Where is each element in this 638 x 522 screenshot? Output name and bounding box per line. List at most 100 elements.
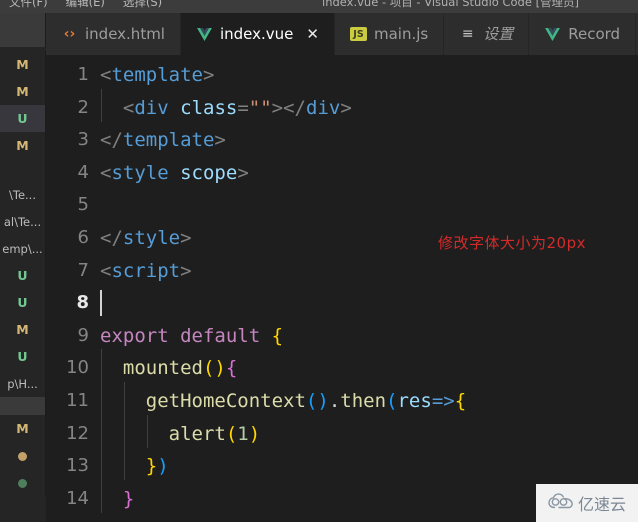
scm-file-path[interactable]: emp\... <box>0 235 46 262</box>
line-content[interactable]: alert(1) <box>100 414 638 451</box>
code-line[interactable]: 9 export default { <box>46 320 638 353</box>
sidebar-spacer <box>0 159 46 181</box>
code-line[interactable]: 13 }) <box>46 447 638 483</box>
code-line[interactable]: 1 <template> <box>46 59 638 92</box>
vue-icon <box>196 26 213 43</box>
scm-status-item[interactable]: U <box>0 262 46 289</box>
settings-icon: ≡ <box>461 26 474 42</box>
vscode-window: 文件(F) 编辑(E) 选择(S) index.vue - 项目 - Visua… <box>0 0 638 522</box>
line-number: 2 <box>77 96 89 118</box>
line-content[interactable]: mounted(){ <box>100 349 638 385</box>
code-line[interactable]: 5 <box>46 189 638 222</box>
line-content[interactable]: <style scope> <box>100 157 638 190</box>
menu-bar: 文件(F) 编辑(E) 选择(S) index.vue - 项目 - Visua… <box>0 0 638 13</box>
watermark: 亿速云 <box>536 484 638 522</box>
tab-label: main.js <box>373 24 429 43</box>
line-content[interactable]: <div class=""></div> <box>100 88 638 125</box>
line-number: 9 <box>77 324 89 346</box>
scm-status-item[interactable]: M <box>0 51 46 78</box>
scm-status-letter: U <box>17 349 28 364</box>
js-icon: JS <box>349 27 367 41</box>
code-line[interactable]: 11 getHomeContext().then(res=>{ <box>46 381 638 418</box>
status-dot-icon <box>18 479 27 488</box>
line-number: 14 <box>66 487 89 509</box>
line-number: 1 <box>77 64 89 85</box>
code-editor[interactable]: 1 <template> 2 <div class=""></div> 3 </… <box>46 55 638 522</box>
scm-path-label: al\Te... <box>3 215 42 229</box>
sidebar-section-header <box>0 397 46 415</box>
scm-status-letter: M <box>16 421 29 436</box>
line-content[interactable]: getHomeContext().then(res=>{ <box>100 381 638 418</box>
scm-path-label: p\H... <box>7 377 38 391</box>
scm-status-letter: M <box>16 84 29 99</box>
tab-label: 设置 <box>483 24 514 43</box>
tab-label: Record <box>568 24 621 43</box>
code-lines[interactable]: 1 <template> 2 <div class=""></div> 3 </… <box>46 55 638 522</box>
scm-dot-item[interactable] <box>0 442 46 469</box>
code-line[interactable]: 2 <div class=""></div> <box>46 88 638 125</box>
scm-path-label: emp\... <box>2 242 43 256</box>
window-title: index.vue - 项目 - Visual Studio Code [管理员… <box>322 0 580 9</box>
cloud-icon <box>548 493 574 513</box>
line-number: 7 <box>77 259 89 281</box>
tab-close-icon[interactable]: ✕ <box>306 26 319 42</box>
line-number: 12 <box>66 422 89 444</box>
scm-status-item[interactable]: M <box>0 316 46 343</box>
tab-main-js[interactable]: JS main.js <box>334 13 445 55</box>
scm-status-item[interactable]: M <box>0 415 46 442</box>
scm-status-letter: M <box>16 322 29 337</box>
line-content[interactable]: </template> <box>100 124 638 157</box>
tab-index-html[interactable]: ‹› index.html <box>46 13 181 55</box>
scm-status-letter: U <box>17 111 28 126</box>
scm-change-list[interactable]: M M U M \Te... al\Te... emp\... U U M Up\H... M <box>0 47 46 496</box>
line-number: 3 <box>77 129 89 151</box>
scm-status-item[interactable]: U <box>0 289 46 316</box>
tab-[interactable]: ≡ 设置 <box>444 13 530 55</box>
line-number: 6 <box>77 226 89 248</box>
scm-status-item[interactable]: M <box>0 78 46 105</box>
code-line[interactable]: 10 mounted(){ <box>46 349 638 385</box>
scm-status-letter: M <box>16 57 29 72</box>
menu-item-file[interactable]: 文件(F) <box>0 0 57 13</box>
scm-status-item[interactable]: U <box>0 343 46 370</box>
code-line[interactable]: 4 <style scope> <box>46 157 638 190</box>
scm-sidebar: M M U M \Te... al\Te... emp\... U U M Up\H... M <box>0 13 46 522</box>
code-line[interactable]: 3 </template> <box>46 124 638 157</box>
tab-index-vue[interactable]: index.vue ✕ <box>180 13 335 55</box>
text-cursor <box>100 289 102 316</box>
tab-record[interactable]: Record <box>529 13 637 55</box>
scm-file-path[interactable]: al\Te... <box>0 208 46 235</box>
line-number: 4 <box>77 161 89 183</box>
menu-item-selection[interactable]: 选择(S) <box>114 0 171 13</box>
line-content[interactable] <box>100 287 638 320</box>
scm-status-item[interactable]: M <box>0 132 46 159</box>
vue-icon <box>544 26 561 43</box>
line-content[interactable]: }) <box>100 447 638 483</box>
scm-file-path[interactable]: \Te... <box>0 181 46 208</box>
scm-status-letter: M <box>16 138 29 153</box>
scm-file-path[interactable]: p\H... <box>0 370 46 397</box>
line-number: 13 <box>66 455 89 477</box>
line-number: 15 <box>46 515 100 522</box>
scm-status-letter: U <box>17 295 28 310</box>
line-number: 11 <box>66 389 89 411</box>
menu-item-edit[interactable]: 编辑(E) <box>57 0 114 13</box>
scm-dot-item[interactable] <box>0 469 46 496</box>
watermark-label: 亿速云 <box>577 495 626 514</box>
line-content[interactable]: export default { <box>100 320 638 353</box>
line-number: 8 <box>76 292 89 314</box>
scm-status-item[interactable]: U <box>0 105 46 132</box>
annotation-text: 修改字体大小为20px <box>438 234 586 252</box>
line-number: 5 <box>77 194 89 216</box>
tab-label: index.vue <box>219 24 294 43</box>
line-content[interactable]: <script> <box>100 255 638 288</box>
scm-path-label: \Te... <box>9 188 36 202</box>
line-content[interactable]: <template> <box>100 59 638 92</box>
html-icon: ‹› <box>63 26 76 42</box>
sidebar-header <box>0 13 46 47</box>
code-line-active[interactable]: 8 <box>46 287 638 320</box>
code-line[interactable]: 7 <script> <box>46 255 638 288</box>
editor-tab-bar[interactable]: ‹› index.html index.vue ✕ JS main.js ≡ 设置 Record <box>46 13 638 56</box>
line-number: 10 <box>66 357 89 379</box>
code-line[interactable]: 12 alert(1) <box>46 414 638 451</box>
